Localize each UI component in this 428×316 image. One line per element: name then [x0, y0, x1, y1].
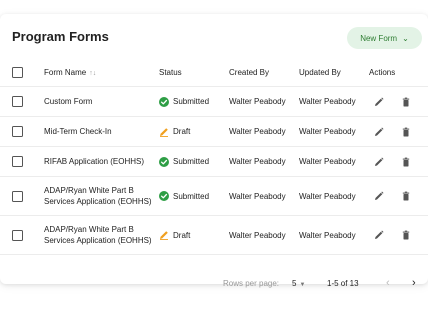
caret-down-icon: ▼	[299, 282, 306, 288]
edit-icon[interactable]	[374, 191, 384, 201]
rows-per-page-select[interactable]: 5 ▼	[292, 279, 305, 288]
prev-page-icon[interactable]: ‹	[386, 277, 390, 289]
updated-by-cell: Walter Peabody	[299, 176, 369, 216]
table-row[interactable]: ADAP/Ryan White Part B Services Applicat…	[0, 176, 428, 216]
status-label: Submitted	[173, 157, 210, 166]
status-label: Draft	[173, 230, 191, 240]
rows-per-page-label: Rows per page:	[223, 279, 280, 288]
delete-icon[interactable]	[401, 191, 411, 201]
program-forms-card: Program Forms New Form ⌄ Form Name ↑↓ Sta…	[0, 14, 428, 289]
row-checkbox[interactable]	[12, 126, 23, 137]
status-badge: Submitted	[159, 96, 229, 107]
delete-icon[interactable]	[401, 230, 411, 240]
select-all-checkbox[interactable]	[12, 66, 23, 78]
column-header-actions: Actions	[369, 58, 428, 87]
row-actions	[369, 157, 428, 167]
status-badge: Submitted	[159, 156, 229, 167]
status-badge: Draft	[159, 230, 229, 240]
status-label: Submitted	[173, 191, 210, 201]
delete-icon[interactable]	[401, 97, 411, 107]
form-name-cell: RIFAB Application (EOHHS)	[44, 146, 159, 177]
row-actions	[369, 191, 428, 201]
next-page-icon[interactable]: ›	[412, 277, 416, 289]
check-circle-icon	[159, 156, 169, 167]
updated-by-cell: Walter Peabody	[299, 86, 369, 117]
status-label: Submitted	[173, 97, 210, 106]
pagination-footer: Rows per page: 5 ▼ 1-5 of 13 ‹ ›	[0, 268, 428, 298]
table-row[interactable]: ADAP/Ryan White Part B Services Applicat…	[0, 215, 428, 255]
row-actions	[369, 230, 428, 240]
row-checkbox[interactable]	[12, 229, 23, 241]
edit-icon[interactable]	[374, 157, 384, 167]
form-name-cell: Custom Form	[44, 86, 159, 117]
table-header-row: Form Name ↑↓ Status Created By Updated By…	[0, 58, 428, 87]
form-name-cell: Mid-Term Check-In	[44, 116, 159, 147]
table-row[interactable]: RIFAB Application (EOHHS) Submitted Walter…	[0, 146, 428, 177]
pagination-range: 1-5 of 13	[327, 279, 359, 288]
forms-table: Form Name ↑↓ Status Created By Updated By…	[0, 58, 428, 255]
status-badge: Draft	[159, 127, 229, 137]
column-header-status: Status	[159, 58, 229, 87]
table-row[interactable]: Mid-Term Check-In Draft Walter Peabody Walt…	[0, 116, 428, 147]
created-by-cell: Walter Peabody	[229, 116, 299, 147]
row-checkbox[interactable]	[12, 190, 23, 202]
row-checkbox[interactable]	[12, 96, 23, 107]
delete-icon[interactable]	[401, 157, 411, 167]
created-by-cell: Walter Peabody	[229, 146, 299, 177]
sort-icon[interactable]: ↑↓	[89, 70, 96, 77]
edit-icon[interactable]	[374, 97, 384, 107]
row-actions	[369, 97, 428, 107]
check-circle-icon	[159, 96, 169, 107]
check-circle-icon	[159, 191, 169, 201]
pencil-draft-icon	[159, 127, 169, 137]
column-header-created-by: Created By	[229, 58, 299, 87]
row-actions	[369, 127, 428, 137]
edit-icon[interactable]	[374, 230, 384, 240]
created-by-cell: Walter Peabody	[229, 215, 299, 255]
table-row[interactable]: Custom Form Submitted Walter Peabody Walter…	[0, 86, 428, 117]
delete-icon[interactable]	[401, 127, 411, 137]
created-by-cell: Walter Peabody	[229, 176, 299, 216]
row-checkbox[interactable]	[12, 156, 23, 167]
card-header: Program Forms New Form ⌄	[0, 14, 428, 58]
form-name-cell: ADAP/Ryan White Part B Services Applicat…	[44, 176, 159, 216]
pencil-draft-icon	[159, 230, 169, 240]
updated-by-cell: Walter Peabody	[299, 215, 369, 255]
status-label: Draft	[173, 127, 191, 136]
edit-icon[interactable]	[374, 127, 384, 137]
page-title: Program Forms	[12, 29, 109, 44]
status-badge: Submitted	[159, 191, 229, 201]
form-name-cell: ADAP/Ryan White Part B Services Applicat…	[44, 215, 159, 255]
created-by-cell: Walter Peabody	[229, 86, 299, 117]
new-form-button[interactable]: New Form ⌄	[347, 27, 422, 49]
new-form-label: New Form	[360, 33, 398, 43]
chevron-down-icon: ⌄	[402, 33, 409, 43]
updated-by-cell: Walter Peabody	[299, 146, 369, 177]
column-header-updated-by: Updated By	[299, 58, 369, 87]
column-header-form-name[interactable]: Form Name ↑↓	[44, 58, 159, 87]
updated-by-cell: Walter Peabody	[299, 116, 369, 147]
